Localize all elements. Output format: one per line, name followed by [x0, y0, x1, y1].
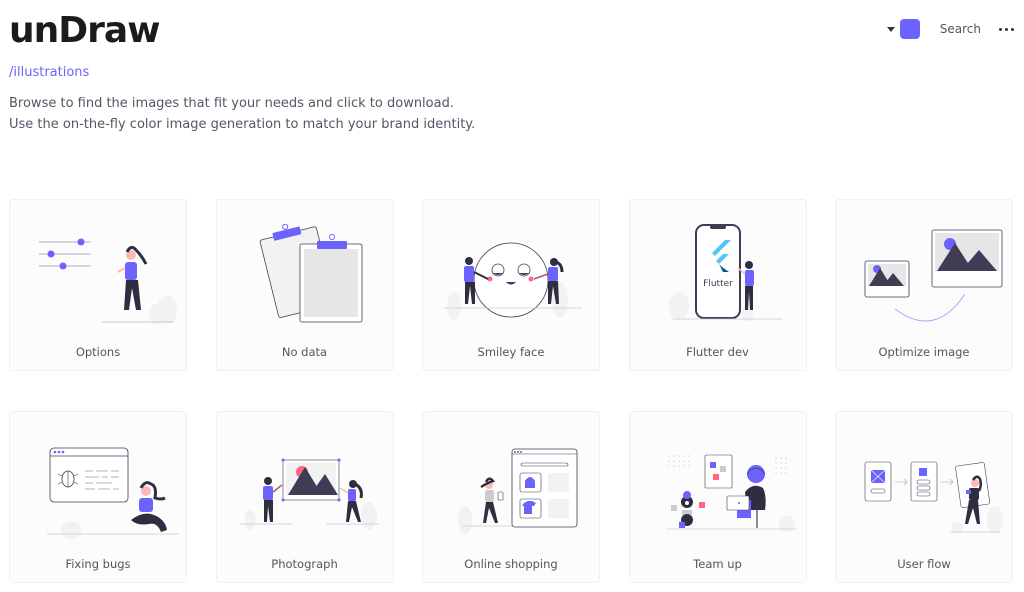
search-link[interactable]: Search: [940, 22, 981, 36]
woman-figure: [480, 477, 504, 523]
illustration-card-smiley-face[interactable]: Smiley face: [422, 199, 600, 371]
phone-icon: [497, 491, 504, 501]
flutter-dev-illustration: Flutter: [668, 224, 782, 322]
illustration-title: Photograph: [271, 557, 338, 571]
illustration-title: Online shopping: [464, 557, 558, 571]
illustration-card-team-up[interactable]: Team up: [628, 411, 807, 583]
wireframe-1: [864, 461, 892, 502]
illustration-grid: Options No data Smiley face Flutter Flut…: [9, 199, 1013, 583]
team-up-illustration: [666, 454, 796, 532]
illustration-title: Options: [75, 345, 121, 359]
illustration-title: User flow: [897, 557, 951, 571]
illustration-title: Optimize image: [878, 345, 970, 359]
man-figure: [262, 477, 282, 522]
whiteboard: [704, 454, 732, 489]
sliders-icon: [39, 238, 91, 270]
illustration-title: Fixing bugs: [65, 557, 131, 571]
large-image-icon: [931, 229, 1003, 288]
woman-figure: [117, 245, 177, 324]
illustration-card-optimize-image[interactable]: Optimize image: [835, 199, 1013, 371]
small-image-icon: [864, 260, 910, 298]
wireframe-2: [910, 461, 938, 502]
clipboard-front: [299, 234, 362, 323]
picture-frame: [281, 458, 340, 502]
user-flow-illustration: [864, 461, 1003, 534]
illustration-card-flutter-dev[interactable]: Flutter Flutter dev: [628, 199, 807, 371]
illustration-card-online-shopping[interactable]: Online shopping: [422, 411, 600, 583]
no-data-illustration: [259, 223, 362, 323]
browser-window: [49, 447, 129, 503]
woman-figure: [131, 481, 167, 532]
dot-grid-left: [667, 455, 690, 467]
more-horizontal-icon[interactable]: [999, 27, 1014, 31]
intro-text: Browse to find the images that fit your …: [9, 96, 476, 132]
fixing-bugs-illustration: [47, 447, 179, 539]
illustration-title: Team up: [693, 557, 742, 571]
dot-grid-right: [774, 457, 787, 474]
color-picker-swatch[interactable]: [899, 19, 920, 39]
caret-down-icon[interactable]: [886, 26, 895, 32]
shop-window: [511, 448, 578, 528]
illustration-title: Smiley face: [477, 345, 545, 359]
top-nav: Search: [886, 18, 1014, 40]
illustration-card-fixing-bugs[interactable]: Fixing bugs: [9, 411, 187, 583]
online-shopping-illustration: [458, 448, 578, 534]
woman-figure: [339, 480, 363, 522]
illustration-card-options[interactable]: Options: [9, 199, 187, 371]
options-illustration: [39, 238, 177, 324]
person-laptop: [726, 465, 766, 528]
flutter-text: Flutter: [703, 279, 733, 289]
robot-figure: [670, 491, 705, 528]
illustration-card-no-data[interactable]: No data: [215, 199, 394, 371]
photograph-illustration: [239, 458, 379, 530]
smiley-face-illustration: [444, 242, 582, 320]
illustrations-link[interactable]: /illustrations: [9, 65, 89, 80]
illustration-card-user-flow[interactable]: User flow: [835, 411, 1013, 583]
site-logo[interactable]: unDraw: [9, 9, 160, 53]
curve-arrow: [894, 293, 966, 322]
arrow-right-icon: [941, 478, 954, 486]
illustration-title: Flutter dev: [686, 345, 749, 359]
illustration-title: No data: [281, 345, 328, 359]
illustration-card-photograph[interactable]: Photograph: [215, 411, 394, 583]
optimize-image-illustration: [864, 229, 1003, 322]
arrow-right-icon: [895, 478, 908, 486]
